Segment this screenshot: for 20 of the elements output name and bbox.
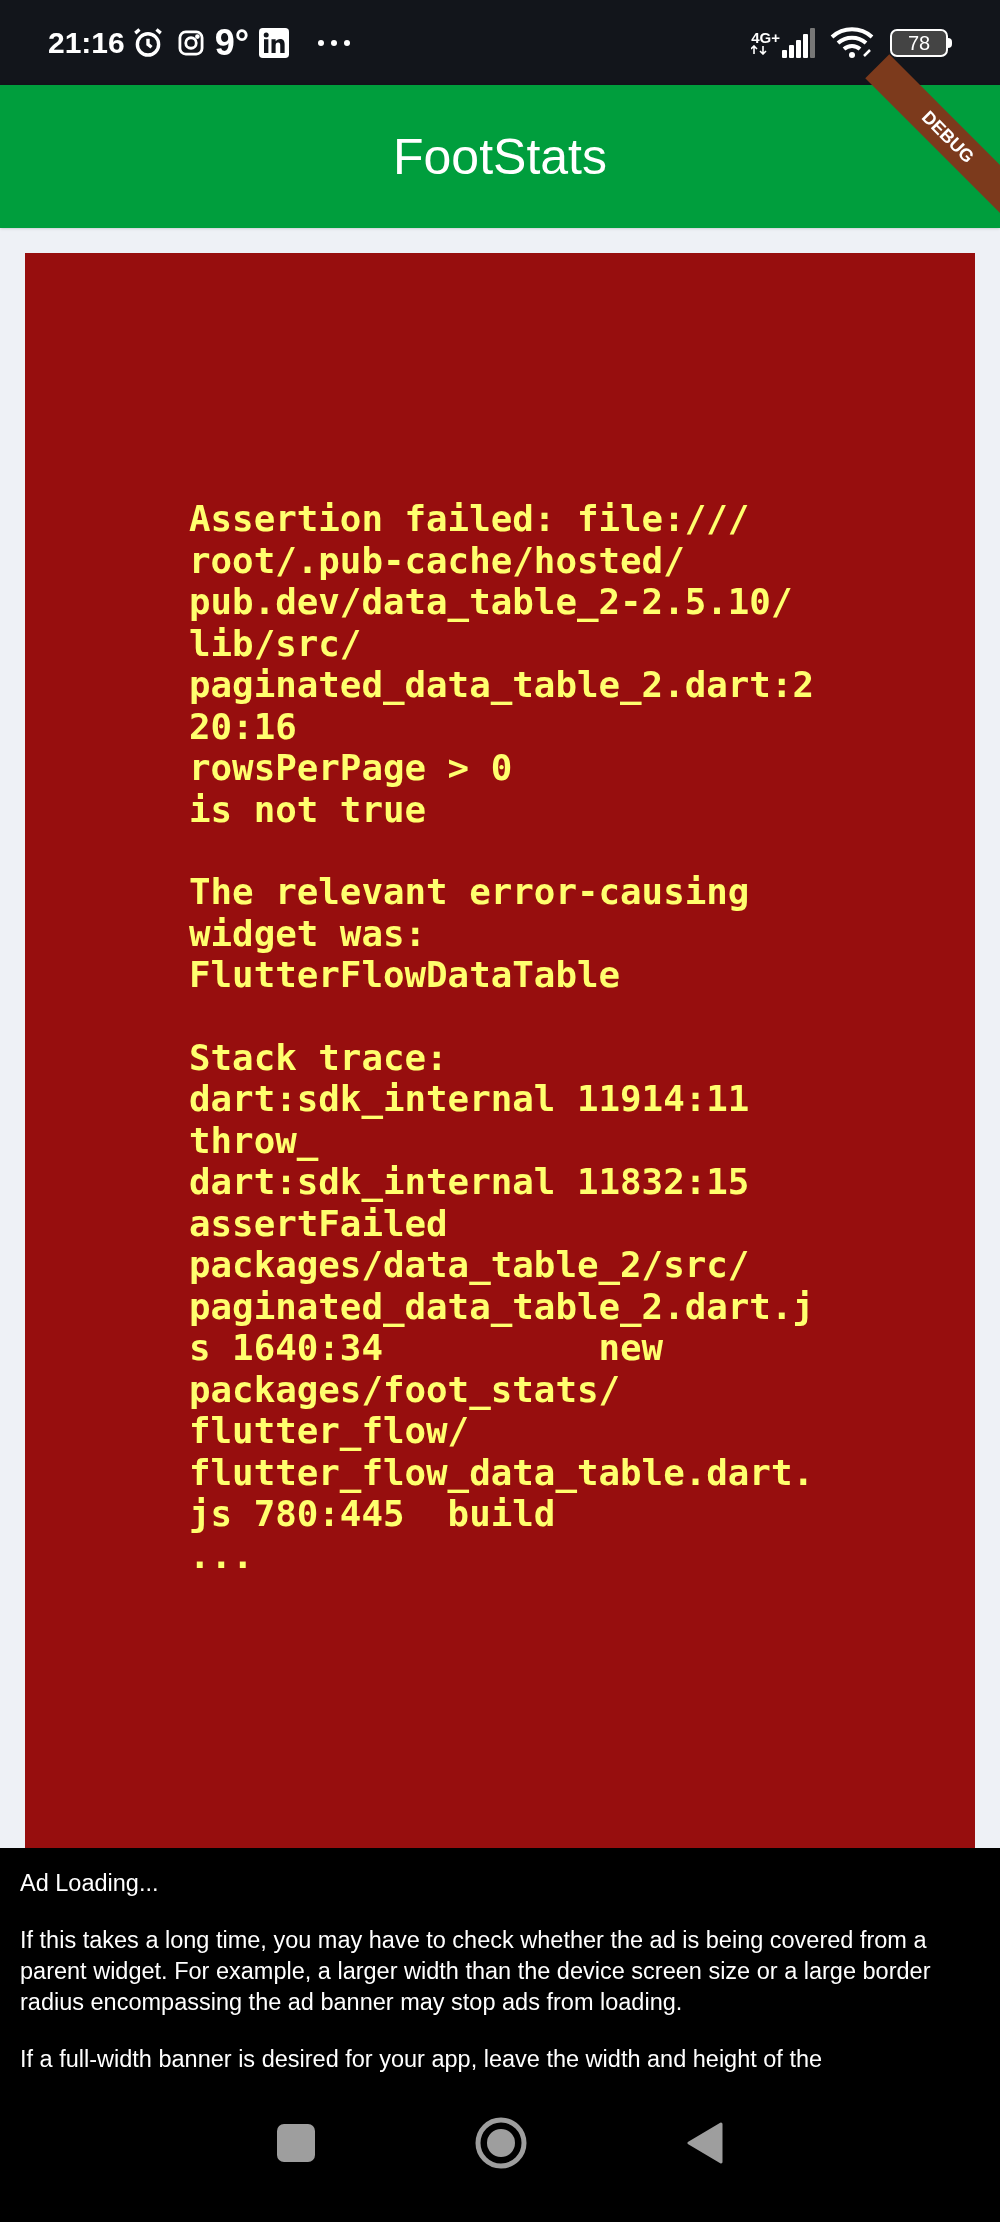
battery-indicator: 78 xyxy=(890,28,952,57)
error-message: Stack trace: dart:sdk_internal 11914:11 throw_ dart:sdk_internal 11832:15 assertFailed packages/data_table_2/src/ paginated_data_table_2.dart.j s 1640:34 new packages/foot_stats/ flutter_flow/ flutter_flow_data_table.dart. js 780:445 build ... xyxy=(189,1036,815,1576)
error-message: The relevant error-causing widget was: FlutterFlowDataTable xyxy=(189,871,751,996)
network-type: 4G+ xyxy=(751,30,780,45)
recents-square-icon[interactable] xyxy=(277,2123,315,2162)
camera-icon xyxy=(176,28,205,57)
data-arrows-icon xyxy=(751,45,768,55)
error-message: Assertion failed: file:/// root/.pub-cache/hosted/ pub.dev/data_table_2-2.5.10/ lib/src/ paginated_data_table_2.dart:2 20:16 rowsPerPage > 0 is not true xyxy=(189,498,815,830)
home-circle-icon[interactable] xyxy=(475,2116,527,2169)
app-title: FootStats xyxy=(393,131,607,182)
wifi-icon xyxy=(830,25,876,60)
more-dots-icon xyxy=(317,38,352,47)
in-logo-icon xyxy=(259,27,290,58)
weather-temperature: 9° xyxy=(214,24,250,61)
back-triangle-icon[interactable] xyxy=(687,2121,723,2164)
signal-bars-icon xyxy=(782,27,816,58)
ad-notice-text: If this takes a long time, you may have to check whether the ad is being covered from a parent widget. For example, a larger width than the device screen size or a large border radius encompassing the ad banner may stop ads from loading. xyxy=(20,1926,932,2017)
clock-time: 21:16 xyxy=(48,25,125,61)
ad-notice-text: If a full-width banner is desired for your app, leave the width and height of the xyxy=(20,2045,824,2074)
ad-notice-text: Ad Loading... xyxy=(20,1869,160,1898)
